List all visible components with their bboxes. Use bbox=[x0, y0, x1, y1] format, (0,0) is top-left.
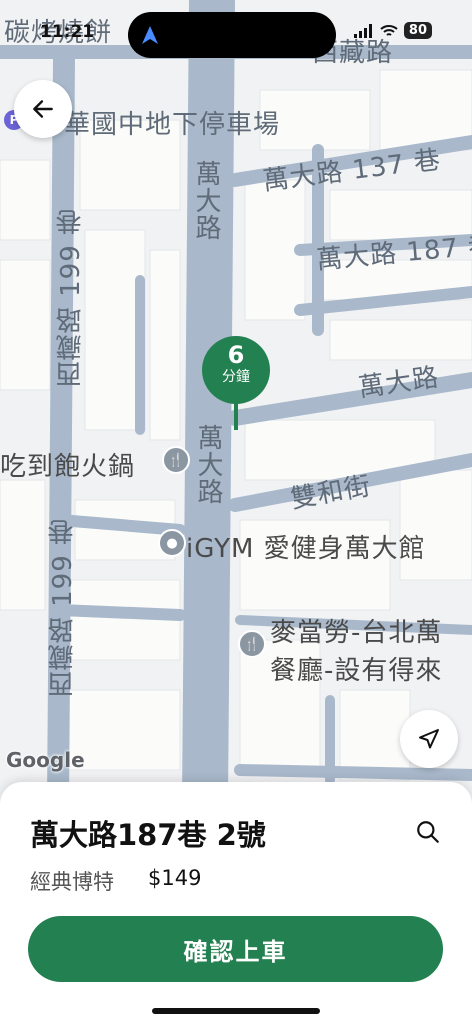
place-pin-icon[interactable]: ● bbox=[158, 529, 186, 557]
google-attribution: Google bbox=[6, 748, 85, 772]
restaurant-icon[interactable]: 🍴 bbox=[162, 446, 190, 474]
map-label-wanda-lower: 萬大路 bbox=[193, 424, 223, 505]
status-bar: 11:21 80 bbox=[0, 0, 472, 72]
arrow-left-icon bbox=[33, 100, 53, 118]
map-label-mcd-line2[interactable]: 餐廳-設有得來 bbox=[270, 650, 442, 687]
battery-level: 80 bbox=[403, 22, 432, 39]
recenter-button[interactable] bbox=[400, 710, 458, 768]
map-label-hotpot[interactable]: 吃到飽火鍋 bbox=[0, 446, 135, 483]
confirm-ride-button[interactable]: 確認上車 bbox=[28, 916, 443, 982]
navigation-indicator-icon bbox=[142, 26, 158, 44]
service-type[interactable]: 經典博特 bbox=[30, 866, 114, 896]
map-label-wanda-upper: 萬大路 bbox=[191, 160, 221, 241]
navigation-arrow-icon bbox=[419, 729, 439, 749]
map-label-mcd-line1[interactable]: 麥當勞-台北萬 bbox=[270, 612, 442, 649]
eta-minutes: 6 bbox=[227, 341, 245, 369]
map-label-parking: 華國中地下停車場 bbox=[64, 110, 281, 140]
wifi-icon bbox=[380, 24, 398, 36]
status-time: 11:21 bbox=[40, 22, 95, 42]
home-indicator bbox=[152, 1008, 320, 1014]
eta-marker: 6 分鐘 bbox=[202, 336, 270, 404]
dynamic-island bbox=[128, 12, 336, 58]
status-icons: 80 bbox=[353, 22, 432, 39]
back-button[interactable] bbox=[14, 80, 72, 138]
ride-confirm-sheet: 萬大路187巷 2號 經典博特 $149 確認上車 bbox=[0, 782, 472, 1024]
fare-price: $149 bbox=[148, 866, 202, 890]
eta-unit: 分鐘 bbox=[222, 369, 250, 385]
map-label-gym[interactable]: iGYM 愛健身萬大館 bbox=[186, 528, 426, 565]
signal-icon bbox=[353, 23, 372, 38]
search-icon bbox=[417, 821, 439, 843]
eta-marker-stem bbox=[234, 402, 238, 430]
map-label-xizang-199-lower: 西藏路 199 巷 bbox=[48, 518, 78, 698]
map-label-xizang-199-upper: 西藏路 199 巷 bbox=[56, 208, 86, 388]
destination-address[interactable]: 萬大路187巷 2號 bbox=[30, 812, 266, 854]
map-view[interactable]: 碳烤燒餅 西藏路 P 華國中地下停車場 萬大路 137 巷 萬大路 187 巷 … bbox=[0, 0, 472, 800]
search-button[interactable] bbox=[408, 812, 448, 852]
restaurant-icon[interactable]: 🍴 bbox=[238, 630, 266, 658]
